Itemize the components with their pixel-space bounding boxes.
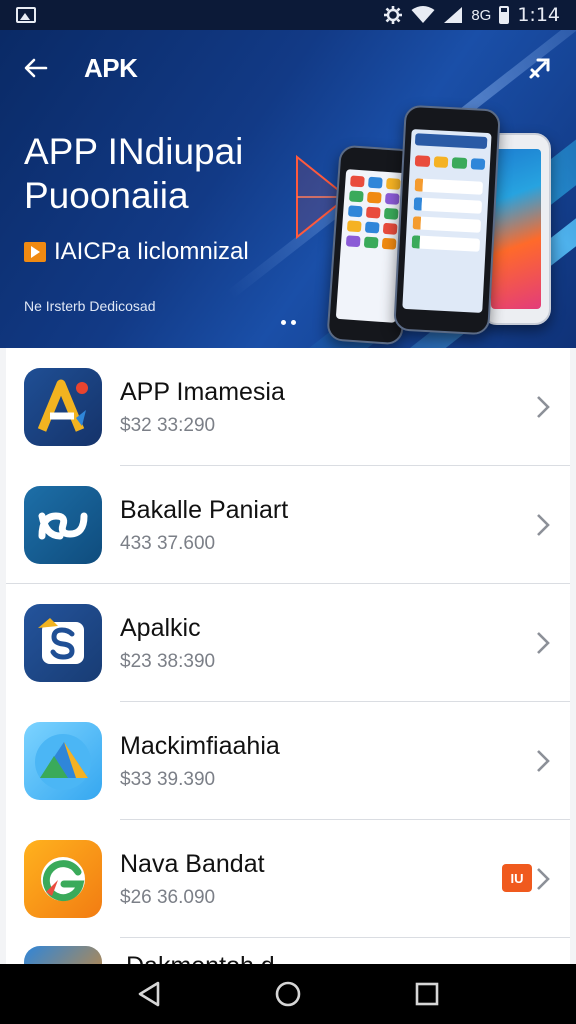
list-item[interactable]: Apalkic $23 38:390 — [6, 584, 570, 702]
list-item[interactable]: Mackimfiaahia $33 39.390 — [6, 702, 570, 820]
screen: 8G 1:14 APK APP INdiupai Puoonaiia IAICP… — [0, 0, 576, 1024]
hero-title-line2: Puoonaiia — [24, 175, 189, 216]
hero-subtitle-text: IAICPa Iiclomnizal — [54, 238, 249, 265]
back-arrow-icon[interactable] — [22, 54, 50, 82]
app-s-icon — [24, 604, 102, 682]
status-bar: 8G 1:14 — [0, 0, 576, 30]
app-link-icon — [24, 486, 102, 564]
clock: 1:14 — [517, 4, 560, 26]
back-triangle-icon[interactable] — [134, 979, 164, 1009]
app-name: APP Imamesia — [120, 378, 285, 406]
chevron-right-icon — [537, 868, 550, 890]
brand-logo: APK — [84, 52, 138, 83]
app-name: Mackimfiaahia — [120, 732, 280, 760]
list-item[interactable]: Bakalle Paniart 433 37.600 — [6, 466, 570, 584]
app-name: Apalkic — [120, 614, 201, 642]
app-triangle-icon — [24, 722, 102, 800]
app-subtitle: $23 38:390 — [120, 651, 216, 672]
hero-caption: Ne Irsterb Dedicosad — [24, 298, 156, 314]
app-subtitle: $32 33:290 — [120, 415, 216, 436]
chevron-right-icon — [537, 396, 550, 418]
hero-title: APP INdiupai Puoonaiia — [24, 130, 324, 218]
network-indicator: 8G — [471, 6, 492, 24]
hero-devices-illustration — [285, 75, 575, 348]
phone-illustration — [393, 104, 501, 336]
app-a-icon — [24, 368, 102, 446]
signal-icon — [444, 7, 463, 23]
chevron-right-icon — [537, 514, 550, 536]
hero-banner[interactable]: APK APP INdiupai Puoonaiia IAICPa Iiclom… — [0, 30, 576, 348]
app-g-icon — [24, 840, 102, 918]
system-navigation-bar — [0, 964, 576, 1024]
recents-square-icon[interactable] — [412, 979, 442, 1009]
home-circle-icon[interactable] — [273, 979, 303, 1009]
hero-subtitle: IAICPa Iiclomnizal — [24, 238, 249, 266]
app-name: Bakalle Paniart — [120, 496, 289, 524]
settings-icon — [384, 6, 403, 24]
hero-title-line1: APP INdiupai — [24, 131, 244, 172]
update-badge: IU — [502, 864, 532, 892]
app-list: APP Imamesia $32 33:290 Bakalle Paniart … — [6, 348, 570, 938]
play-icon — [24, 242, 46, 262]
wifi-icon — [411, 6, 435, 23]
app-subtitle: $33 39.390 — [120, 769, 216, 790]
chevron-right-icon — [537, 750, 550, 772]
app-subtitle: 433 37.600 — [120, 533, 216, 554]
list-item[interactable]: APP Imamesia $32 33:290 — [6, 348, 570, 466]
list-item[interactable]: Nava Bandat $26 36.090 IU — [6, 820, 570, 938]
battery-icon — [499, 6, 510, 24]
image-icon — [16, 7, 36, 23]
chevron-right-icon — [537, 632, 550, 654]
